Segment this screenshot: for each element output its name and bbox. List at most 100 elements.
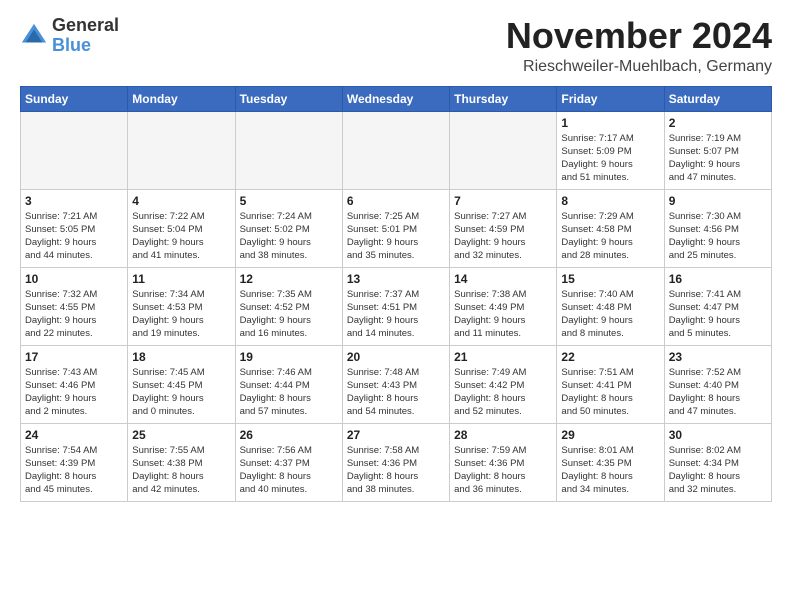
day-number: 16 [669, 272, 767, 286]
calendar-cell: 7 Sunrise: 7:27 AM Sunset: 4:59 PM Daylig… [450, 189, 557, 267]
calendar-cell: 15 Sunrise: 7:40 AM Sunset: 4:48 PM Dayli… [557, 267, 664, 345]
calendar-cell: 5Sunrise: 7:24 AM Sunset: 5:02 PM Daylig… [235, 189, 342, 267]
day-number: 17 [25, 350, 123, 364]
day-number: 15 [561, 272, 659, 286]
cell-text: Sunrise: 8:02 AM Sunset: 4:34 PM Dayligh… [669, 444, 767, 497]
cell-text: Sunrise: 7:41 AM Sunset: 4:47 PM Dayligh… [669, 288, 767, 341]
calendar-week-row: 3 Sunrise: 7:21 AM Sunset: 5:05 PM Daylig… [21, 189, 772, 267]
day-number: 2 [669, 116, 767, 130]
cell-text: Sunrise: 7:49 AM Sunset: 4:42 PM Dayligh… [454, 366, 552, 419]
day-number: 4 [132, 194, 230, 208]
calendar-cell: 16 Sunrise: 7:41 AM Sunset: 4:47 PM Dayli… [664, 267, 771, 345]
day-number: 7 [454, 194, 552, 208]
cell-text: Sunrise: 7:38 AM Sunset: 4:49 PM Dayligh… [454, 288, 552, 341]
calendar-cell: 9 Sunrise: 7:30 AM Sunset: 4:56 PM Daylig… [664, 189, 771, 267]
day-number: 26 [240, 428, 338, 442]
day-number: 23 [669, 350, 767, 364]
day-number: 22 [561, 350, 659, 364]
cell-text: Sunrise: 8:01 AM Sunset: 4:35 PM Dayligh… [561, 444, 659, 497]
cell-text: Sunrise: 7:40 AM Sunset: 4:48 PM Dayligh… [561, 288, 659, 341]
cell-text: Sunrise: 7:22 AM Sunset: 5:04 PM Dayligh… [132, 210, 230, 263]
calendar-cell: 13 Sunrise: 7:37 AM Sunset: 4:51 PM Dayli… [342, 267, 449, 345]
weekday-header-saturday: Saturday [664, 86, 771, 111]
day-number: 10 [25, 272, 123, 286]
day-number: 6 [347, 194, 445, 208]
cell-text: Sunrise: 7:37 AM Sunset: 4:51 PM Dayligh… [347, 288, 445, 341]
calendar-table: SundayMondayTuesdayWednesdayThursdayFrid… [20, 86, 772, 502]
header: General Blue November 2024 Rieschweiler-… [20, 16, 772, 76]
calendar-cell: 29 Sunrise: 8:01 AM Sunset: 4:35 PM Dayli… [557, 423, 664, 501]
calendar-cell: 21 Sunrise: 7:49 AM Sunset: 4:42 PM Dayli… [450, 345, 557, 423]
calendar-cell: 28Sunrise: 7:59 AM Sunset: 4:36 PM Dayli… [450, 423, 557, 501]
logo-blue-text: Blue [52, 35, 91, 55]
day-number: 27 [347, 428, 445, 442]
weekday-header-row: SundayMondayTuesdayWednesdayThursdayFrid… [21, 86, 772, 111]
calendar-cell: 8 Sunrise: 7:29 AM Sunset: 4:58 PM Daylig… [557, 189, 664, 267]
day-number: 13 [347, 272, 445, 286]
cell-text: Sunrise: 7:48 AM Sunset: 4:43 PM Dayligh… [347, 366, 445, 419]
day-number: 3 [25, 194, 123, 208]
calendar-cell: 23 Sunrise: 7:52 AM Sunset: 4:40 PM Dayli… [664, 345, 771, 423]
calendar-week-row: 24Sunrise: 7:54 AM Sunset: 4:39 PM Dayli… [21, 423, 772, 501]
cell-text: Sunrise: 7:19 AM Sunset: 5:07 PM Dayligh… [669, 132, 767, 185]
weekday-header-wednesday: Wednesday [342, 86, 449, 111]
calendar-week-row: 1 Sunrise: 7:17 AM Sunset: 5:09 PM Daylig… [21, 111, 772, 189]
weekday-header-sunday: Sunday [21, 86, 128, 111]
calendar-cell: 27 Sunrise: 7:58 AM Sunset: 4:36 PM Dayli… [342, 423, 449, 501]
day-number: 8 [561, 194, 659, 208]
cell-text: Sunrise: 7:30 AM Sunset: 4:56 PM Dayligh… [669, 210, 767, 263]
calendar-cell: 1 Sunrise: 7:17 AM Sunset: 5:09 PM Daylig… [557, 111, 664, 189]
location-title: Rieschweiler-Muehlbach, Germany [506, 58, 772, 76]
cell-text: Sunrise: 7:59 AM Sunset: 4:36 PM Dayligh… [454, 444, 552, 497]
calendar-cell: 24Sunrise: 7:54 AM Sunset: 4:39 PM Dayli… [21, 423, 128, 501]
calendar-cell: 4 Sunrise: 7:22 AM Sunset: 5:04 PM Daylig… [128, 189, 235, 267]
cell-text: Sunrise: 7:24 AM Sunset: 5:02 PM Dayligh… [240, 210, 338, 263]
cell-text: Sunrise: 7:58 AM Sunset: 4:36 PM Dayligh… [347, 444, 445, 497]
day-number: 12 [240, 272, 338, 286]
calendar-cell: 22 Sunrise: 7:51 AM Sunset: 4:41 PM Dayli… [557, 345, 664, 423]
calendar-cell: 12 Sunrise: 7:35 AM Sunset: 4:52 PM Dayli… [235, 267, 342, 345]
cell-text: Sunrise: 7:21 AM Sunset: 5:05 PM Dayligh… [25, 210, 123, 263]
logo: General Blue [20, 16, 119, 56]
page: General Blue November 2024 Rieschweiler-… [0, 0, 792, 512]
calendar-cell: 19Sunrise: 7:46 AM Sunset: 4:44 PM Dayli… [235, 345, 342, 423]
calendar-cell: 6 Sunrise: 7:25 AM Sunset: 5:01 PM Daylig… [342, 189, 449, 267]
weekday-header-friday: Friday [557, 86, 664, 111]
day-number: 20 [347, 350, 445, 364]
calendar-cell: 2 Sunrise: 7:19 AM Sunset: 5:07 PM Daylig… [664, 111, 771, 189]
calendar-cell: 14 Sunrise: 7:38 AM Sunset: 4:49 PM Dayli… [450, 267, 557, 345]
day-number: 14 [454, 272, 552, 286]
day-number: 29 [561, 428, 659, 442]
calendar-cell [128, 111, 235, 189]
day-number: 1 [561, 116, 659, 130]
cell-text: Sunrise: 7:17 AM Sunset: 5:09 PM Dayligh… [561, 132, 659, 185]
calendar-cell [235, 111, 342, 189]
day-number: 24 [25, 428, 123, 442]
cell-text: Sunrise: 7:35 AM Sunset: 4:52 PM Dayligh… [240, 288, 338, 341]
cell-text: Sunrise: 7:45 AM Sunset: 4:45 PM Dayligh… [132, 366, 230, 419]
calendar-cell: 10 Sunrise: 7:32 AM Sunset: 4:55 PM Dayli… [21, 267, 128, 345]
day-number: 25 [132, 428, 230, 442]
calendar-cell: 26 Sunrise: 7:56 AM Sunset: 4:37 PM Dayli… [235, 423, 342, 501]
calendar-cell [450, 111, 557, 189]
cell-text: Sunrise: 7:34 AM Sunset: 4:53 PM Dayligh… [132, 288, 230, 341]
day-number: 19 [240, 350, 338, 364]
title-block: November 2024 Rieschweiler-Muehlbach, Ge… [506, 16, 772, 76]
calendar-cell [21, 111, 128, 189]
day-number: 21 [454, 350, 552, 364]
day-number: 9 [669, 194, 767, 208]
cell-text: Sunrise: 7:25 AM Sunset: 5:01 PM Dayligh… [347, 210, 445, 263]
calendar-cell: 11Sunrise: 7:34 AM Sunset: 4:53 PM Dayli… [128, 267, 235, 345]
cell-text: Sunrise: 7:56 AM Sunset: 4:37 PM Dayligh… [240, 444, 338, 497]
calendar-week-row: 17Sunrise: 7:43 AM Sunset: 4:46 PM Dayli… [21, 345, 772, 423]
cell-text: Sunrise: 7:27 AM Sunset: 4:59 PM Dayligh… [454, 210, 552, 263]
cell-text: Sunrise: 7:29 AM Sunset: 4:58 PM Dayligh… [561, 210, 659, 263]
day-number: 18 [132, 350, 230, 364]
calendar-cell: 25 Sunrise: 7:55 AM Sunset: 4:38 PM Dayli… [128, 423, 235, 501]
calendar-week-row: 10 Sunrise: 7:32 AM Sunset: 4:55 PM Dayli… [21, 267, 772, 345]
cell-text: Sunrise: 7:52 AM Sunset: 4:40 PM Dayligh… [669, 366, 767, 419]
cell-text: Sunrise: 7:32 AM Sunset: 4:55 PM Dayligh… [25, 288, 123, 341]
cell-text: Sunrise: 7:51 AM Sunset: 4:41 PM Dayligh… [561, 366, 659, 419]
month-title: November 2024 [506, 16, 772, 56]
cell-text: Sunrise: 7:55 AM Sunset: 4:38 PM Dayligh… [132, 444, 230, 497]
